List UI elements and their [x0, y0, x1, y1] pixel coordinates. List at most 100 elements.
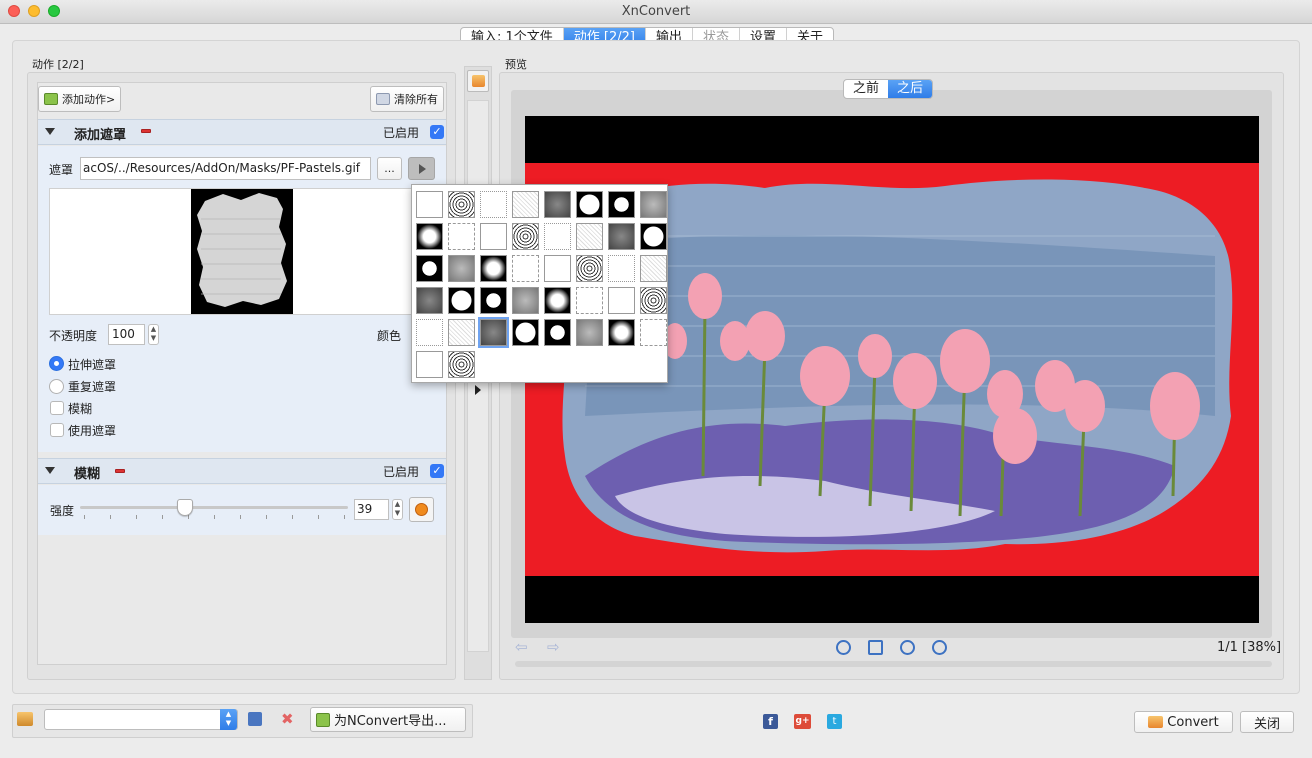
browse-button[interactable]: ... [377, 157, 402, 180]
mask-thumbnail[interactable] [576, 191, 603, 218]
after-button[interactable]: 之后 [888, 80, 933, 98]
image-icon [472, 75, 485, 87]
actual-size-icon[interactable] [900, 640, 915, 655]
stretch-mask-radio[interactable] [49, 356, 64, 371]
mask-thumbnail[interactable] [512, 191, 539, 218]
mask-thumbnail[interactable] [608, 255, 635, 282]
repeat-mask-radio[interactable] [49, 379, 64, 394]
collapse-triangle-icon[interactable] [45, 128, 55, 135]
toggle-preview-button[interactable] [467, 70, 489, 92]
opacity-label: 不透明度 [49, 329, 98, 343]
mask-thumbnail[interactable] [512, 223, 539, 250]
strength-slider-thumb[interactable] [176, 499, 193, 516]
blur-enabled-label: 已启用 [383, 465, 420, 479]
open-folder-icon[interactable] [17, 712, 33, 726]
mask-thumbnail[interactable] [512, 255, 539, 282]
zoom-in-icon[interactable] [836, 640, 851, 655]
preview-scrollbar[interactable] [515, 661, 1272, 667]
mask-thumbnail[interactable] [512, 287, 539, 314]
mask-thumbnail[interactable] [608, 319, 635, 346]
mask-thumbnail[interactable] [416, 191, 443, 218]
mask-thumbnail[interactable] [640, 255, 667, 282]
remove-action-icon[interactable] [141, 129, 151, 133]
add-action-label: 添加动作> [62, 93, 116, 106]
mask-thumbnail[interactable] [576, 223, 603, 250]
mask-thumbnail[interactable] [640, 319, 667, 346]
slider-tick [110, 515, 111, 519]
mask-thumbnail[interactable] [576, 319, 603, 346]
zoom-out-icon[interactable] [932, 640, 947, 655]
remove-action-icon[interactable] [115, 469, 125, 473]
close-button[interactable]: 关闭 [1240, 711, 1294, 733]
mask-thumbnail[interactable] [448, 319, 475, 346]
mask-thumbnail[interactable] [576, 255, 603, 282]
expand-arrow-icon[interactable] [475, 385, 481, 395]
play-arrow-icon [419, 164, 426, 174]
mask-enabled-checkbox[interactable]: ✓ [430, 125, 444, 139]
mask-thumbnail[interactable] [544, 223, 571, 250]
mask-thumbnail[interactable] [416, 255, 443, 282]
mask-thumbnail[interactable] [416, 351, 443, 378]
use-mask-checkbox[interactable] [50, 423, 64, 437]
mask-thumbnail[interactable] [608, 287, 635, 314]
mask-thumbnail[interactable] [448, 255, 475, 282]
collapse-triangle-icon[interactable] [45, 467, 55, 474]
mask-path-field[interactable]: acOS/../Resources/AddOn/Masks/PF-Pastels… [80, 157, 371, 180]
previous-arrow-icon[interactable]: ⇦ [515, 639, 531, 655]
preset-select[interactable]: ▲ ▼ [44, 709, 238, 730]
facebook-icon[interactable]: f [763, 714, 778, 729]
mask-thumbnail[interactable] [448, 351, 475, 378]
mask-thumbnail[interactable] [448, 223, 475, 250]
mask-presets-popup [411, 184, 668, 383]
slider-tick [162, 515, 163, 519]
blur-enabled-checkbox[interactable]: ✓ [430, 464, 444, 478]
mask-thumbnail[interactable] [512, 319, 539, 346]
mask-thumbnail[interactable] [480, 255, 507, 282]
google-plus-icon[interactable]: g+ [794, 714, 811, 729]
mask-thumbnail[interactable] [480, 223, 507, 250]
twitter-icon[interactable]: t [827, 714, 842, 729]
before-button[interactable]: 之前 [844, 80, 888, 98]
opacity-stepper[interactable]: ▲ ▼ [148, 324, 159, 345]
mask-thumbnail[interactable] [544, 255, 571, 282]
export-nconvert-label: 为NConvert导出... [334, 714, 447, 729]
mask-thumbnail[interactable] [608, 223, 635, 250]
mask-thumbnail[interactable] [576, 287, 603, 314]
blur-mask-checkbox[interactable] [50, 401, 64, 415]
use-mask-label: 使用遮罩 [68, 424, 117, 438]
mask-thumbnail[interactable] [478, 317, 509, 348]
mask-section-title: 添加遮罩 [74, 128, 127, 143]
mask-thumbnail[interactable] [608, 191, 635, 218]
reset-button[interactable] [409, 497, 434, 522]
mask-thumbnail[interactable] [480, 287, 507, 314]
strength-stepper[interactable]: ▲ ▼ [392, 499, 403, 520]
next-arrow-icon[interactable]: ⇨ [547, 639, 563, 655]
mask-thumbnail[interactable] [640, 223, 667, 250]
clear-all-button[interactable]: 清除所有 [370, 86, 444, 112]
mask-thumbnail[interactable] [416, 223, 443, 250]
add-action-button[interactable]: 添加动作> [38, 86, 122, 112]
mask-presets-button[interactable] [408, 157, 435, 180]
save-icon[interactable] [248, 712, 262, 726]
mask-thumbnail-grid [416, 191, 667, 378]
mask-thumbnail[interactable] [448, 191, 475, 218]
convert-button[interactable]: Convert [1134, 711, 1233, 733]
strength-slider-track[interactable] [80, 506, 348, 509]
mask-thumbnail[interactable] [416, 319, 443, 346]
delete-icon[interactable]: ✖ [281, 710, 294, 728]
mask-thumbnail[interactable] [544, 191, 571, 218]
clear-all-icon [376, 93, 390, 105]
mask-thumbnail[interactable] [544, 319, 571, 346]
fit-window-icon[interactable] [868, 640, 883, 655]
export-nconvert-button[interactable]: 为NConvert导出... [310, 707, 466, 732]
mask-thumbnail[interactable] [640, 191, 667, 218]
reset-icon [415, 503, 428, 516]
mask-thumbnail[interactable] [480, 191, 507, 218]
mask-thumbnail[interactable] [640, 287, 667, 314]
mask-thumbnail[interactable] [448, 287, 475, 314]
opacity-input[interactable]: 100 [108, 324, 145, 345]
mask-thumbnail[interactable] [544, 287, 571, 314]
mask-thumbnail[interactable] [416, 287, 443, 314]
strength-label: 强度 [50, 504, 75, 518]
strength-input[interactable]: 39 [354, 499, 389, 520]
